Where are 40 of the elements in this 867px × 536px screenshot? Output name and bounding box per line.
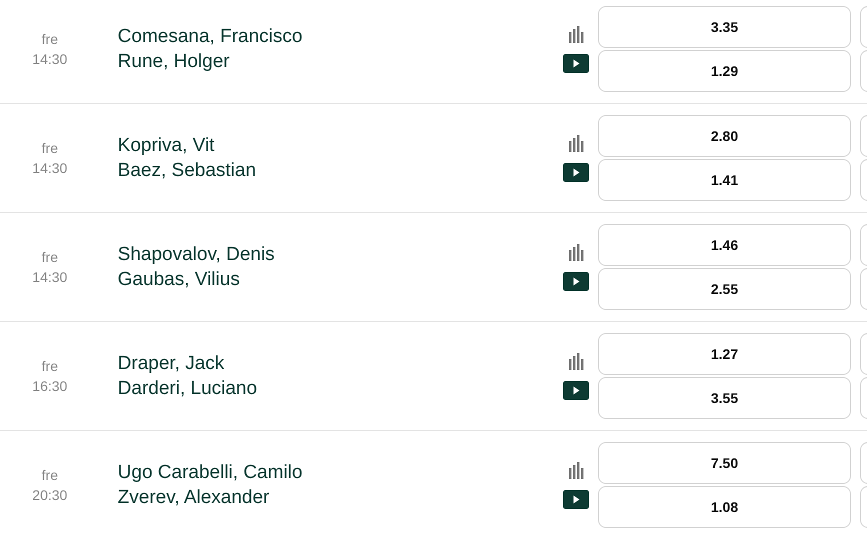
- odds-button[interactable]: 1.08: [598, 486, 851, 528]
- stats-icon[interactable]: [568, 134, 585, 152]
- player-name[interactable]: Shapovalov, Denis: [118, 242, 275, 267]
- odds-button[interactable]: 1.46: [598, 224, 851, 266]
- odds-button[interactable]: 1.41: [598, 159, 851, 201]
- player-name[interactable]: Draper, Jack: [118, 351, 224, 376]
- odds-button[interactable]: 1.29: [598, 50, 851, 92]
- odds-button[interactable]: 3.35: [598, 6, 851, 48]
- video-play-icon[interactable]: [563, 380, 590, 400]
- stats-icon[interactable]: [568, 244, 585, 260]
- match-day: fre: [42, 247, 58, 267]
- match-day: fre: [42, 29, 58, 49]
- player-name[interactable]: Rune, Holger: [118, 49, 230, 74]
- stats-icon[interactable]: [568, 352, 585, 370]
- match-time: 14:30: [32, 159, 68, 178]
- player-name[interactable]: Darderi, Luciano: [118, 376, 258, 401]
- player-name[interactable]: Gaubas, Vilius: [118, 267, 240, 292]
- player-name[interactable]: Baez, Sebastian: [118, 158, 256, 183]
- match-day: fre: [42, 138, 58, 158]
- player-name[interactable]: Zverev, Alexander: [118, 485, 270, 510]
- odds-button[interactable]: 1.27: [598, 333, 851, 375]
- stats-icon[interactable]: [568, 26, 585, 42]
- video-play-icon[interactable]: [563, 490, 590, 508]
- odds-button[interactable]: 2.55: [598, 268, 851, 310]
- match-time: 16:30: [32, 377, 68, 396]
- video-play-icon[interactable]: [563, 272, 590, 290]
- odds-button[interactable]: 3.55: [598, 377, 851, 419]
- video-play-icon[interactable]: [563, 54, 590, 72]
- player-name[interactable]: Ugo Carabelli, Camilo: [118, 460, 302, 485]
- odds-button[interactable]: 2.80: [598, 115, 851, 157]
- match-time: 14:30: [32, 268, 68, 287]
- player-name[interactable]: Comesana, Francisco: [118, 24, 302, 49]
- match-time: 20:30: [32, 486, 68, 505]
- stats-icon[interactable]: [568, 462, 585, 478]
- match-time: 14:30: [32, 50, 68, 69]
- video-play-icon[interactable]: [563, 162, 590, 182]
- player-name[interactable]: Kopriva, Vit: [118, 133, 214, 158]
- match-day: fre: [42, 356, 58, 376]
- odds-button[interactable]: 7.50: [598, 442, 851, 484]
- match-day: fre: [42, 465, 58, 485]
